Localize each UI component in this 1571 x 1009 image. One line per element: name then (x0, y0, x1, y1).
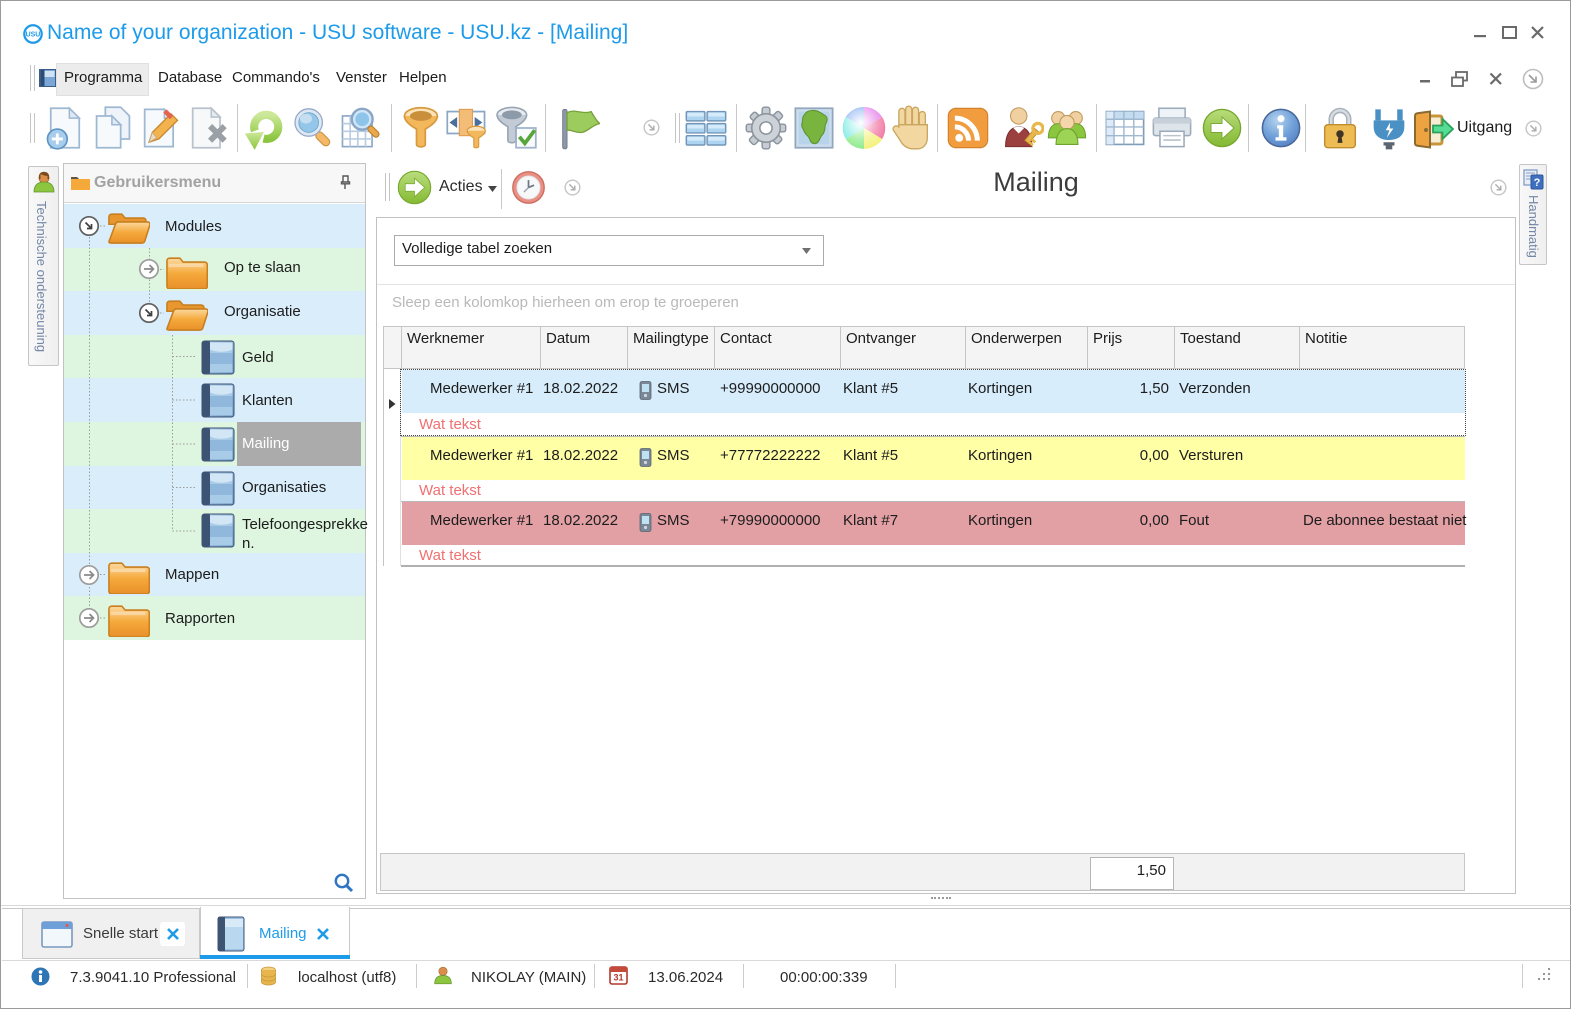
svg-text:?: ? (1534, 177, 1541, 189)
svg-text:USU: USU (26, 32, 41, 39)
svg-text:31: 31 (613, 973, 623, 983)
